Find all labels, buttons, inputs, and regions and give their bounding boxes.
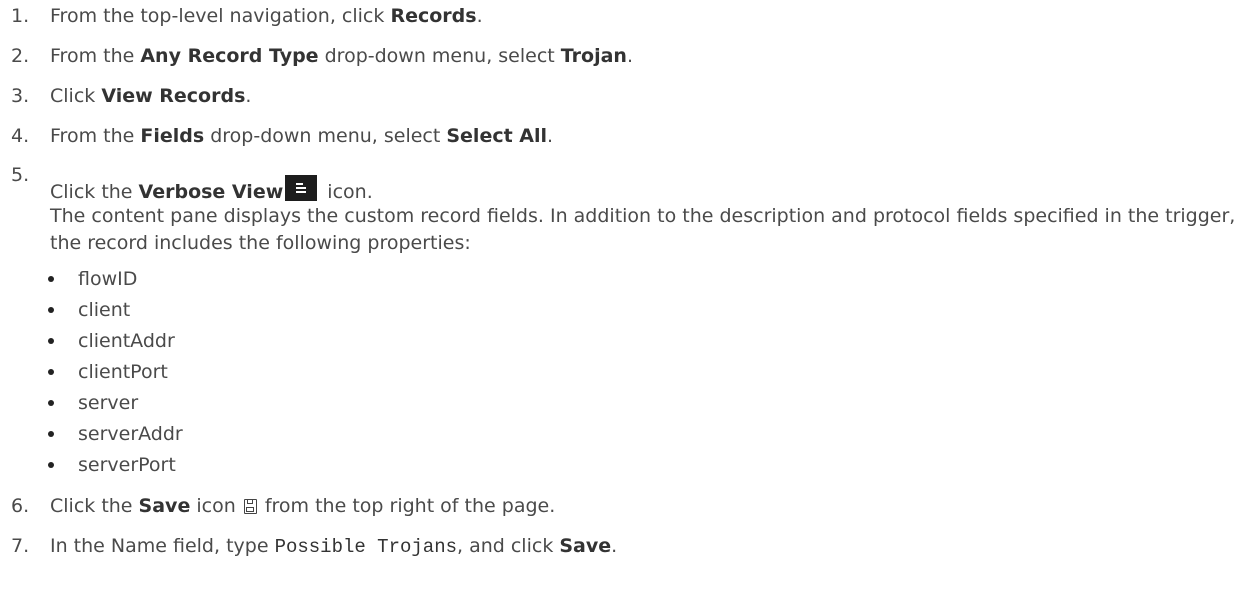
list-item: server [48,391,138,415]
trojan-term: Trojan [560,45,627,67]
any-record-type-term: Any Record Type [140,45,319,67]
step-text: Click View Records. [50,85,252,107]
list-item: serverAddr [48,422,183,446]
bullet-icon [48,307,54,313]
view-records-term: View Records [101,85,246,107]
bullet-icon [48,400,54,406]
step-text: From the top-level navigation, click Rec… [50,5,483,27]
step-text: In the Name field, type Possible Trojans… [50,535,618,558]
instruction-list: 1. From the top-level navigation, click … [0,0,1246,613]
list-item: client [48,298,130,322]
step-text: Click the Verbose View icon. [50,175,373,204]
bullet-icon [48,276,54,282]
code-value: Possible Trojans [274,536,457,558]
list-item: clientPort [48,360,168,384]
step-text: From the Fields drop-down menu, select S… [50,125,554,147]
fields-term: Fields [140,125,205,147]
step-number: 6. [11,495,30,517]
bullet-icon [48,431,54,437]
save-term: Save [559,535,612,557]
verbose-view-icon [285,175,318,201]
step-number: 2. [11,45,30,67]
step-text: From the Any Record Type drop-down menu,… [50,45,633,67]
step-number: 4. [11,125,30,147]
bullet-icon [48,338,54,344]
step-text: Click the Save icon from the top right o… [50,495,556,517]
step-5-description: The content pane displays the custom rec… [50,205,1236,254]
save-icon [243,499,257,514]
select-all-term: Select All [446,125,548,147]
verbose-view-term: Verbose View [138,181,284,203]
step-number: 7. [11,535,30,557]
save-term: Save [138,495,191,517]
bullet-icon [48,462,54,468]
list-item: flowID [48,267,137,291]
step-number: 1. [11,5,30,27]
bullet-icon [48,369,54,375]
step-number: 5. [11,164,30,186]
list-item: clientAddr [48,329,175,353]
step-number: 3. [11,85,30,107]
records-term: Records [390,5,477,27]
list-item: serverPort [48,453,176,477]
